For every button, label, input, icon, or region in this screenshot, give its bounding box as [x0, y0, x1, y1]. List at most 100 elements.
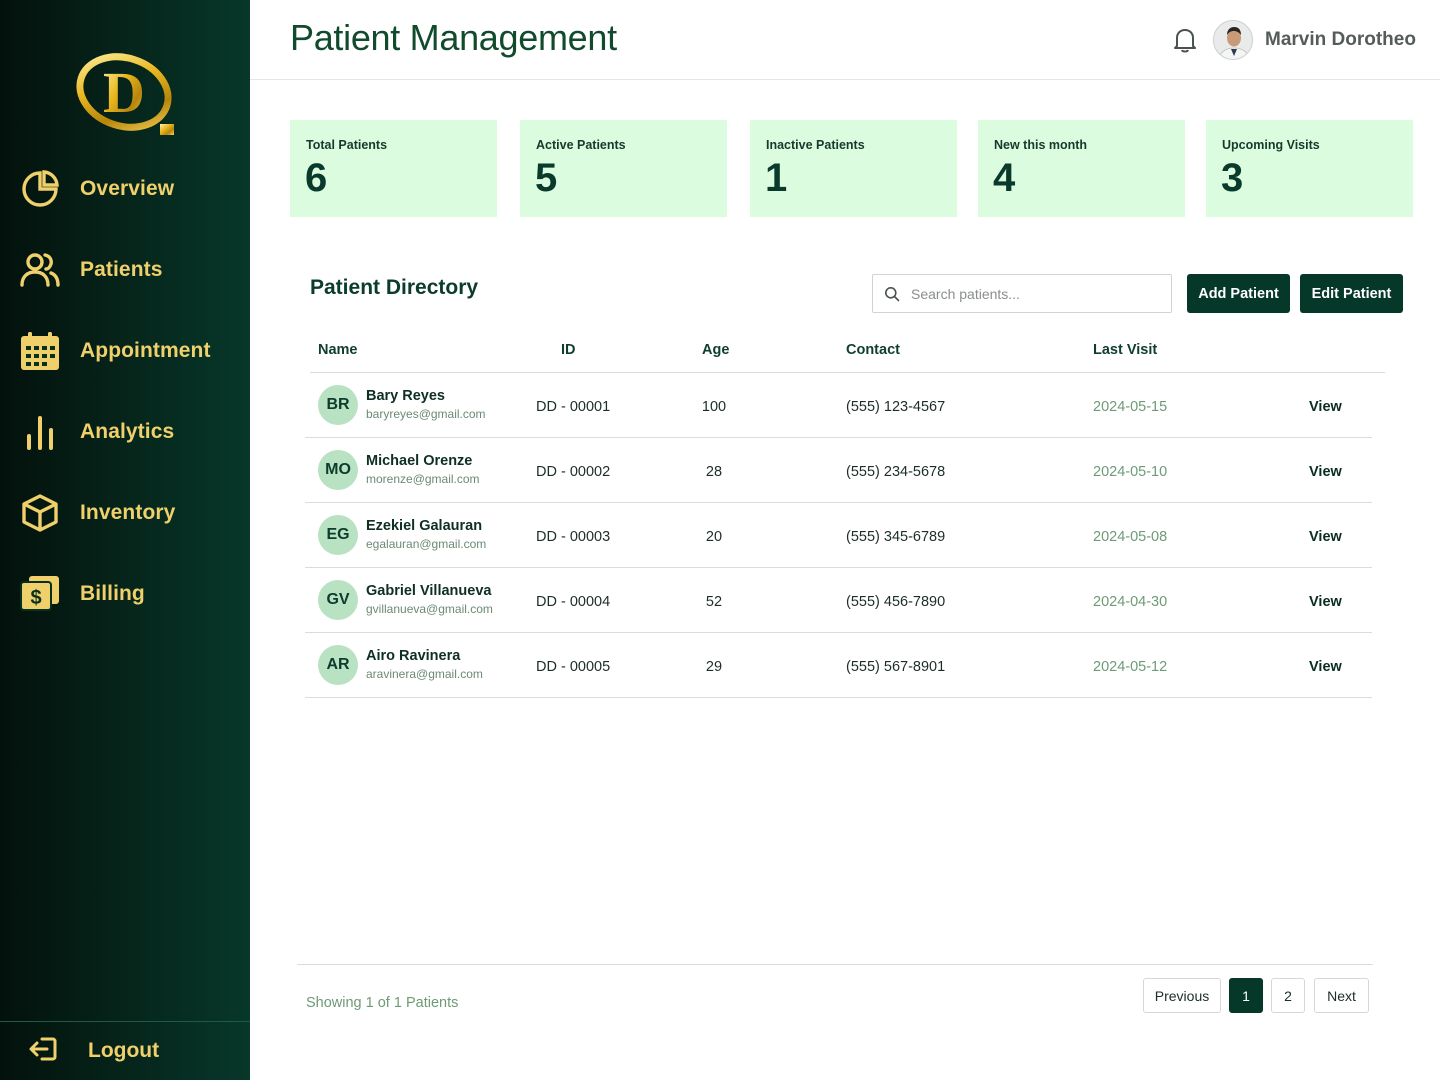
avatar[interactable] [1213, 20, 1253, 60]
sidebar-item-billing[interactable]: $ Billing [18, 569, 145, 619]
dollar-bill-icon: $ [18, 572, 62, 616]
patient-age: 100 [701, 399, 727, 415]
sidebar-item-inventory[interactable]: Inventory [18, 488, 175, 538]
bell-icon[interactable] [1172, 26, 1198, 54]
sidebar-item-label: Analytics [80, 420, 175, 443]
logout-label: Logout [88, 1039, 160, 1062]
column-header-last-visit: Last Visit [1093, 342, 1158, 358]
patient-last-visit: 2024-05-10 [1093, 464, 1168, 480]
page-button-2[interactable]: 2 [1271, 978, 1305, 1013]
page-title: Patient Management [290, 17, 617, 58]
patient-email: aravinera@gmail.com [366, 667, 483, 681]
stat-label: Active Patients [536, 138, 626, 152]
patient-id: DD - 00005 [536, 659, 611, 675]
patient-contact: (555) 567-8901 [846, 659, 946, 675]
edit-patient-button[interactable]: Edit Patient [1300, 274, 1403, 313]
footer-divider [297, 964, 1373, 965]
patient-name: Bary Reyes [366, 388, 445, 404]
sidebar-item-appointment[interactable]: Appointment [18, 326, 211, 376]
view-patient-link[interactable]: View [1309, 659, 1342, 675]
calendar-icon [18, 329, 62, 373]
patient-email: egalauran@gmail.com [366, 537, 487, 551]
patient-name: Gabriel Villanueva [366, 583, 492, 599]
brand-logo[interactable]: D [74, 50, 178, 138]
sidebar-item-label: Overview [80, 177, 175, 200]
table-row: GV Gabriel Villanueva gvillanueva@gmail.… [305, 568, 1372, 633]
logout-button[interactable]: Logout [28, 1030, 159, 1072]
stat-card-upcoming-visits: Upcoming Visits 3 [1206, 120, 1413, 217]
patient-last-visit: 2024-04-30 [1093, 594, 1168, 610]
patient-id: DD - 00004 [536, 594, 611, 610]
table-row: EG Ezekiel Galauran egalauran@gmail.com … [305, 503, 1372, 568]
search-box [872, 274, 1172, 313]
svg-text:$: $ [30, 587, 41, 609]
users-icon [18, 248, 62, 292]
sidebar-item-label: Billing [80, 582, 145, 605]
box-icon [18, 491, 62, 535]
top-header: Patient Management Marvin Dorotheo [250, 0, 1440, 80]
sidebar-divider [0, 1021, 250, 1022]
add-patient-button[interactable]: Add Patient [1187, 274, 1290, 313]
column-header-age: Age [702, 342, 730, 358]
patient-email: morenze@gmail.com [366, 472, 480, 486]
previous-page-button[interactable]: Previous [1143, 978, 1221, 1013]
patient-avatar: MO [318, 450, 358, 490]
user-name: Marvin Dorotheo [1265, 29, 1416, 50]
patient-name: Ezekiel Galauran [366, 518, 483, 534]
stat-label: Upcoming Visits [1222, 138, 1320, 152]
next-page-button[interactable]: Next [1314, 978, 1369, 1013]
column-header-name: Name [318, 342, 358, 358]
patient-id: DD - 00002 [536, 464, 611, 480]
search-input[interactable] [911, 283, 1161, 305]
stat-value: 6 [305, 156, 328, 200]
stat-value: 5 [535, 156, 558, 200]
patient-name: Michael Orenze [366, 453, 473, 469]
patient-contact: (555) 345-6789 [846, 529, 946, 545]
stat-label: Total Patients [306, 138, 388, 152]
patient-id: DD - 00003 [536, 529, 611, 545]
showing-count: Showing 1 of 1 Patients [306, 995, 459, 1011]
stat-label: Inactive Patients [766, 138, 865, 152]
sidebar: D Overview Patients Appointment Analytic… [0, 0, 250, 1080]
sidebar-item-patients[interactable]: Patients [18, 245, 163, 295]
stat-card-inactive-patients: Inactive Patients 1 [750, 120, 957, 217]
view-patient-link[interactable]: View [1309, 464, 1342, 480]
patient-email: baryreyes@gmail.com [366, 407, 486, 421]
patient-last-visit: 2024-05-12 [1093, 659, 1168, 675]
patient-age: 52 [705, 594, 723, 610]
stat-card-new-this-month: New this month 4 [978, 120, 1185, 217]
table-row: BR Bary Reyes baryreyes@gmail.com DD - 0… [305, 373, 1372, 438]
column-header-id: ID [561, 342, 576, 358]
patient-contact: (555) 123-4567 [846, 399, 946, 415]
stat-card-active-patients: Active Patients 5 [520, 120, 727, 217]
sidebar-item-overview[interactable]: Overview [18, 164, 174, 214]
patient-email: gvillanueva@gmail.com [366, 602, 493, 616]
patient-avatar: EG [318, 515, 358, 555]
patient-last-visit: 2024-05-08 [1093, 529, 1168, 545]
patient-contact: (555) 456-7890 [846, 594, 946, 610]
sidebar-item-label: Patients [80, 258, 163, 281]
patient-avatar: BR [318, 385, 358, 425]
bar-chart-icon [18, 410, 62, 454]
patient-age: 20 [705, 529, 723, 545]
column-header-contact: Contact [846, 342, 900, 358]
stat-value: 1 [765, 156, 788, 200]
page-button-1[interactable]: 1 [1229, 978, 1263, 1013]
stat-value: 3 [1221, 156, 1244, 200]
search-icon [884, 286, 900, 302]
view-patient-link[interactable]: View [1309, 594, 1342, 610]
patient-last-visit: 2024-05-15 [1093, 399, 1168, 415]
patient-contact: (555) 234-5678 [846, 464, 946, 480]
view-patient-link[interactable]: View [1309, 399, 1342, 415]
patient-avatar: AR [318, 645, 358, 685]
patient-avatar: GV [318, 580, 358, 620]
sidebar-item-label: Inventory [80, 501, 176, 524]
stat-value: 4 [993, 156, 1016, 200]
svg-text:D: D [103, 60, 145, 125]
directory-title: Patient Directory [310, 276, 479, 299]
view-patient-link[interactable]: View [1309, 529, 1342, 545]
patient-name: Airo Ravinera [366, 648, 461, 664]
sidebar-item-analytics[interactable]: Analytics [18, 407, 174, 457]
stat-label: New this month [994, 138, 1088, 152]
stat-card-total-patients: Total Patients 6 [290, 120, 497, 217]
